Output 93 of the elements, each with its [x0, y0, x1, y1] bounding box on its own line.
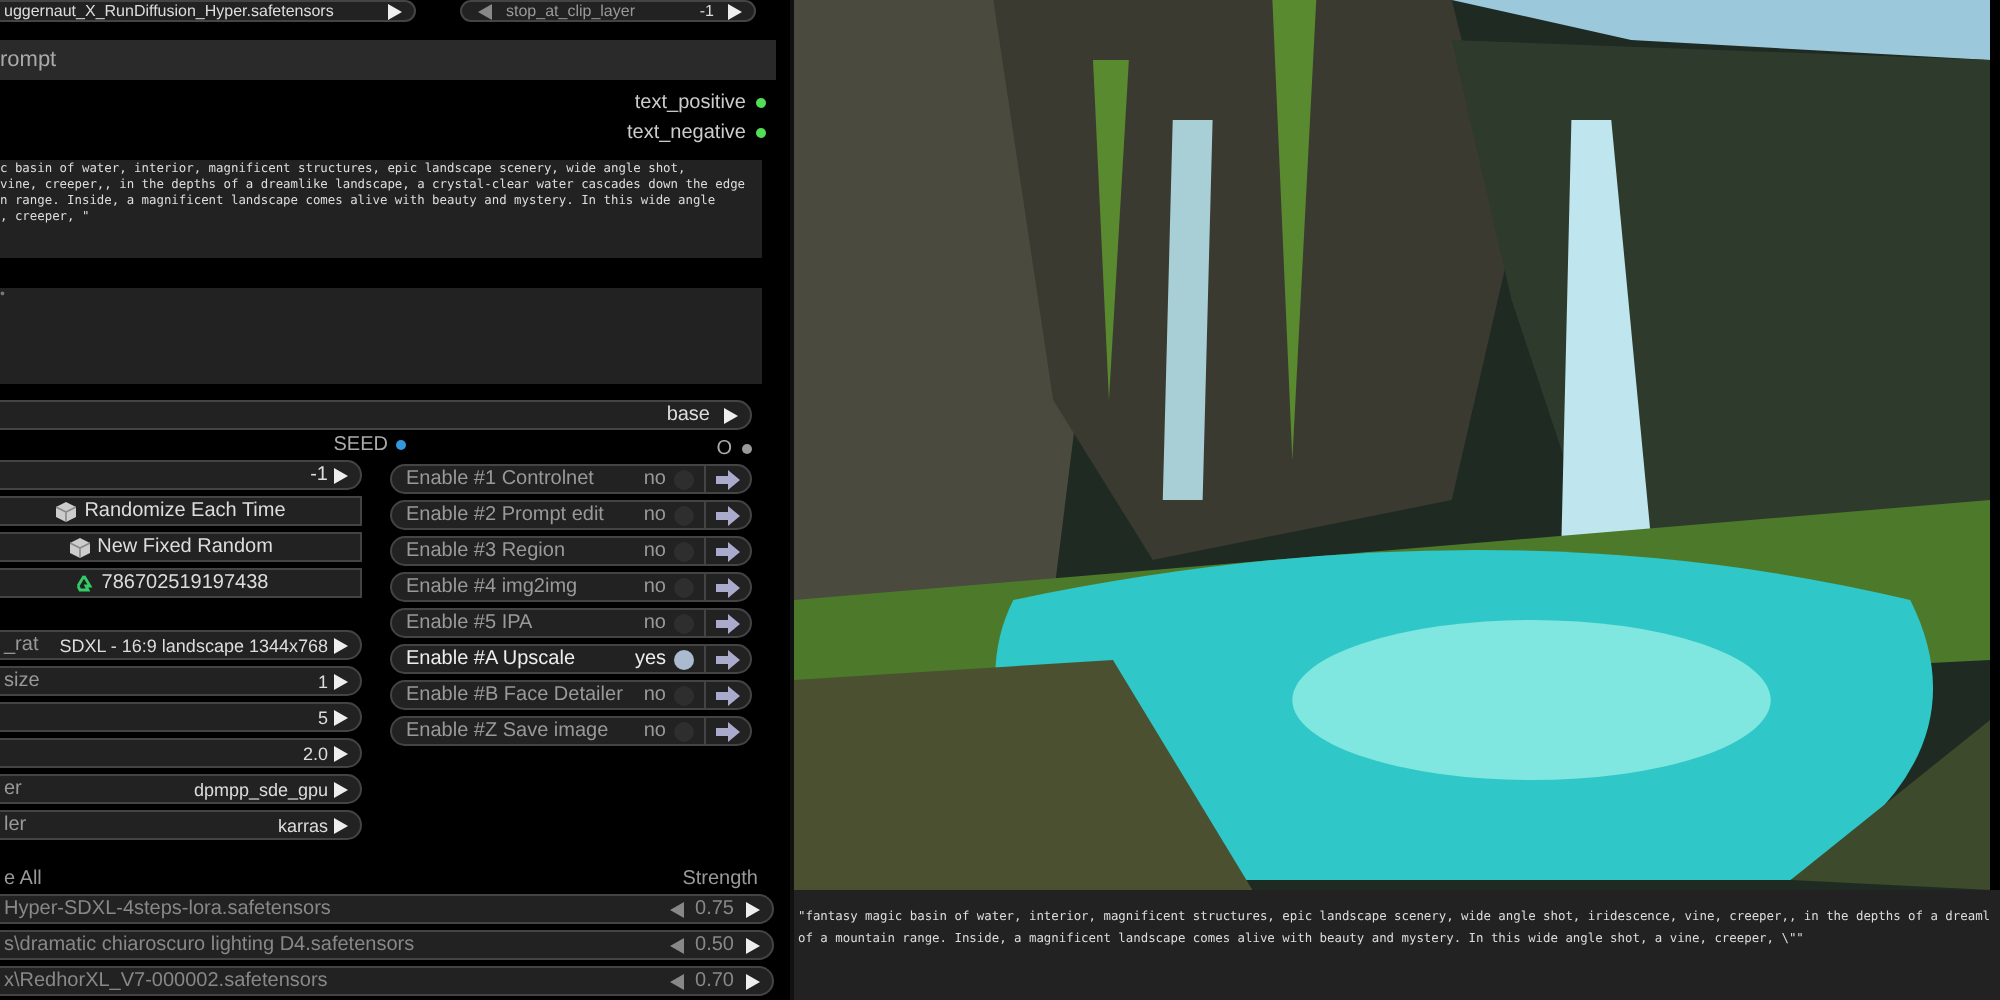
switch-label: Enable #4 img2img — [406, 576, 580, 598]
toggle-knob[interactable] — [674, 577, 694, 597]
lora-name: Hyper-SDXL-4steps-lora.safetensors — [4, 898, 333, 920]
left-arrow-icon — [669, 973, 686, 989]
switch-label: Enable #A Upscale — [406, 648, 578, 670]
switch-label: Enable #B Face Detailer — [406, 684, 625, 706]
enable-switch[interactable]: Enable #A Upscale yes — [390, 644, 752, 674]
right-arrow-icon[interactable] — [716, 613, 740, 633]
play-icon — [744, 901, 760, 917]
lora-name: s\dramatic chiaroscuro lighting D4.safetensors — [4, 934, 417, 956]
toggle-knob[interactable] — [674, 721, 694, 741]
base-combo[interactable]: base — [0, 400, 752, 430]
switch-label: Enable #Z Save image — [406, 720, 611, 742]
switch-label: Enable #1 Controlnet — [406, 468, 596, 490]
switch-label: Enable #2 Prompt edit — [406, 504, 606, 526]
header-dot[interactable] — [742, 444, 752, 454]
output-label: text_negative — [627, 122, 746, 144]
setting-combo[interactable]: 5 — [0, 702, 362, 732]
left-arrow-icon — [669, 937, 686, 953]
play-icon — [726, 3, 742, 19]
strength-value: 0.75 — [695, 898, 734, 920]
right-arrow-icon[interactable] — [716, 649, 740, 669]
setting-combo[interactable]: _rat SDXL - 16:9 landscape 1344x768 — [0, 630, 362, 660]
switch-state: no — [643, 720, 666, 742]
switch-header: O — [716, 438, 732, 460]
toggle-knob[interactable] — [674, 685, 694, 705]
strength-label: Strength — [682, 868, 758, 892]
setting-combo[interactable]: ler karras — [0, 810, 362, 840]
enable-switch[interactable]: Enable #3 Region no — [390, 536, 752, 566]
seed-button[interactable]: 786702519197438 — [0, 568, 362, 598]
play-icon — [386, 3, 402, 19]
right-arrow-icon[interactable] — [716, 469, 740, 489]
switch-state: no — [643, 468, 666, 490]
play-icon — [332, 709, 348, 725]
play-icon — [332, 467, 348, 483]
seed-combo[interactable]: -1 — [0, 460, 362, 490]
switch-state: no — [643, 612, 666, 634]
play-icon — [332, 637, 348, 653]
lora-row[interactable]: s\dramatic chiaroscuro lighting D4.safetensors 0.50 — [0, 930, 774, 960]
enable-switch[interactable]: Enable #1 Controlnet no — [390, 464, 752, 494]
left-arrow-icon — [669, 901, 686, 917]
seed-dot[interactable] — [396, 440, 406, 450]
right-arrow-icon[interactable] — [716, 685, 740, 705]
setting-combo[interactable]: size 1 — [0, 666, 362, 696]
strength-value: 0.50 — [695, 934, 734, 956]
lora-row[interactable]: Hyper-SDXL-4steps-lora.safetensors 0.75 — [0, 894, 774, 924]
output-dot[interactable] — [756, 98, 766, 108]
output-dot[interactable] — [756, 128, 766, 138]
switch-state: no — [643, 540, 666, 562]
lora-name: x\RedhorXL_V7-000002.safetensors — [4, 970, 330, 992]
play-icon — [722, 407, 738, 423]
model-combo[interactable]: uggernaut_X_RunDiffusion_Hyper.safetensors — [0, 0, 416, 22]
recycle-icon — [73, 573, 94, 593]
play-icon — [332, 745, 348, 761]
switch-state: yes — [634, 648, 666, 670]
output-label: text_positive — [634, 92, 746, 114]
switch-state: no — [643, 576, 666, 598]
enable-switch[interactable]: Enable #Z Save image no — [390, 716, 752, 746]
enable-switch[interactable]: Enable #5 IPA no — [390, 608, 752, 638]
right-arrow-icon[interactable] — [716, 505, 740, 525]
toggle-knob[interactable] — [674, 469, 694, 489]
lora-row[interactable]: x\RedhorXL_V7-000002.safetensors 0.70 — [0, 966, 774, 996]
seed-button[interactable]: Randomize Each Time — [0, 496, 362, 526]
setting-combo[interactable]: 2.0 — [0, 738, 362, 768]
strength-value: 0.70 — [695, 970, 734, 992]
switch-state: no — [643, 684, 666, 706]
right-arrow-icon[interactable] — [716, 577, 740, 597]
switch-state: no — [643, 504, 666, 526]
play-icon — [332, 817, 348, 833]
enable-switch[interactable]: Enable #4 img2img no — [390, 572, 752, 602]
enable-switch[interactable]: Enable #B Face Detailer no — [390, 680, 752, 710]
right-arrow-icon[interactable] — [716, 721, 740, 741]
setting-combo[interactable]: er dpmpp_sde_gpu — [0, 774, 362, 804]
play-icon — [332, 781, 348, 797]
toggle-knob[interactable] — [674, 541, 694, 561]
play-icon — [332, 673, 348, 689]
play-icon — [744, 973, 760, 989]
cube-icon — [69, 537, 90, 557]
cube-icon — [56, 501, 77, 521]
left-arrow-icon — [478, 3, 494, 19]
node-title: rompt — [0, 40, 776, 80]
seed-button[interactable]: New Fixed Random — [0, 532, 362, 562]
switch-label: Enable #5 IPA — [406, 612, 535, 634]
toggle-knob[interactable] — [674, 649, 694, 669]
enable-switch[interactable]: Enable #2 Prompt edit no — [390, 500, 752, 530]
right-arrow-icon[interactable] — [716, 541, 740, 561]
seed-label: SEED — [333, 434, 388, 456]
toggle-knob[interactable] — [674, 613, 694, 633]
play-icon — [744, 937, 760, 953]
clip-layer-combo[interactable]: stop_at_clip_layer -1 — [460, 0, 756, 22]
toggle-knob[interactable] — [674, 505, 694, 525]
switch-label: Enable #3 Region — [406, 540, 568, 562]
toggle-all-label[interactable]: e All — [4, 868, 42, 892]
